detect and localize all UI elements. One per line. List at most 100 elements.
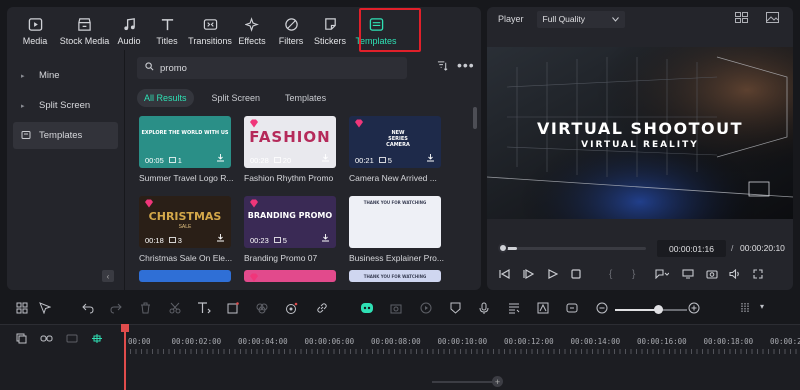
toolbar-audio[interactable]: Audio <box>115 7 143 50</box>
toolbar-transitions[interactable]: Transitions <box>188 7 232 50</box>
template-thumbnail[interactable]: BRANDING PROMO 00:23 5 <box>244 196 336 248</box>
template-meta: 00:28 20 <box>250 156 291 165</box>
ruler-label: 00:00:12:00 <box>504 337 554 346</box>
render-preview-icon[interactable] <box>655 269 670 282</box>
sidebar-item-templates[interactable]: Templates <box>13 122 118 149</box>
toolbar-titles[interactable]: Titles <box>154 7 180 50</box>
sidebar-item-label: Templates <box>39 130 83 141</box>
search-bar[interactable] <box>137 57 407 79</box>
search-input[interactable] <box>160 62 360 74</box>
current-time-display[interactable]: 00:00:01:16 <box>657 240 726 257</box>
timeline-zoom-slider[interactable] <box>615 309 687 311</box>
toolbar-media-label: Media <box>22 36 48 46</box>
camera-snapshot-icon[interactable] <box>706 269 718 282</box>
mark-out-icon[interactable]: } <box>632 269 635 280</box>
template-thumbnail[interactable]: NEW SERIES CAMERA 00:21 5 <box>349 116 441 168</box>
template-thumbnail[interactable]: EXPLORE THE WORLD WITH US 00:05 1 <box>139 116 231 168</box>
download-icon[interactable] <box>321 233 330 244</box>
template-thumbnail[interactable]: THANK YOU FOR WATCHING <box>349 196 441 248</box>
track-height-icon[interactable] <box>740 302 750 317</box>
template-card[interactable]: THANK YOU FOR WATCHING <box>349 270 441 282</box>
template-card[interactable]: NEW SERIES CAMERA 00:21 5 Camera New Arrive… <box>349 116 441 183</box>
redo-icon[interactable] <box>110 302 122 317</box>
snapshot-image-icon[interactable] <box>766 12 779 26</box>
list-edit-icon[interactable] <box>508 302 520 317</box>
microphone-icon[interactable] <box>479 302 489 317</box>
download-icon[interactable] <box>321 153 330 164</box>
more-options-icon[interactable]: ••• <box>457 57 475 73</box>
toolbar-filters[interactable]: Filters <box>278 7 304 50</box>
previous-frame-icon[interactable] <box>499 268 510 282</box>
undo-icon[interactable] <box>82 302 94 317</box>
add-track-plus-icon[interactable]: + <box>492 376 503 387</box>
download-icon[interactable] <box>426 153 435 164</box>
sidebar-item-mine[interactable]: ▸ Mine <box>13 62 118 89</box>
ai-tool-icon[interactable] <box>285 302 298 318</box>
color-icon[interactable] <box>256 302 268 317</box>
layout-grid-icon[interactable] <box>16 302 28 317</box>
crop-icon[interactable] <box>227 302 239 317</box>
seek-handle[interactable] <box>498 243 508 253</box>
tab-all-results[interactable]: All Results <box>137 89 194 107</box>
link-tracks-icon[interactable] <box>40 333 53 347</box>
tab-split-screen[interactable]: Split Screen <box>205 89 268 107</box>
volume-icon[interactable] <box>729 268 741 282</box>
replace-icon[interactable] <box>390 302 402 317</box>
track-options-chevron-icon[interactable]: ▾ <box>760 302 764 311</box>
template-card[interactable]: FASHION 00:28 20 Fashion Rhythm Promo <box>244 116 336 183</box>
collapse-sidebar-button[interactable]: ‹ <box>102 270 114 282</box>
select-tool-icon[interactable] <box>39 302 52 317</box>
download-icon[interactable] <box>216 233 225 244</box>
template-card[interactable] <box>139 270 231 282</box>
toolbar-effects[interactable]: Effects <box>237 7 267 50</box>
play-icon[interactable] <box>547 269 559 282</box>
seek-bar[interactable] <box>501 247 646 250</box>
template-card[interactable]: EXPLORE THE WORLD WITH US 00:05 1 Summer Tr… <box>139 116 233 183</box>
filter-sort-icon[interactable] <box>437 60 448 74</box>
play-reverse-icon[interactable] <box>523 268 535 282</box>
zoom-slider-handle[interactable] <box>654 305 663 314</box>
template-card[interactable] <box>244 270 336 282</box>
stop-icon[interactable] <box>571 269 581 282</box>
keyframe-icon[interactable] <box>537 302 549 317</box>
fullscreen-icon[interactable] <box>753 269 763 282</box>
text-tool-icon[interactable] <box>197 302 211 317</box>
zoom-in-icon[interactable] <box>688 302 700 317</box>
snap-icon[interactable] <box>66 333 78 347</box>
magnet-icon[interactable] <box>91 333 103 347</box>
template-thumbnail[interactable] <box>244 270 336 282</box>
playhead[interactable] <box>124 324 126 390</box>
download-icon[interactable] <box>216 153 225 164</box>
expand-arrow-icon: ▸ <box>21 102 25 110</box>
template-thumbnail[interactable]: CHRISTMAS SALE 00:18 3 <box>139 196 231 248</box>
template-thumbnail[interactable] <box>139 270 231 282</box>
timeline-ruler[interactable]: 00:00 00:00:02:00 00:00:04:00 00:00:06:00 00… <box>125 324 800 354</box>
toolbar-stickers-label: Stickers <box>314 36 347 46</box>
sidebar-item-split-screen[interactable]: ▸ Split Screen <box>13 92 118 119</box>
template-card[interactable]: THANK YOU FOR WATCHING Business Explainer… <box>349 196 444 263</box>
quality-dropdown[interactable]: Full Quality <box>536 10 625 28</box>
display-settings-icon[interactable] <box>682 269 694 282</box>
template-card[interactable]: CHRISTMAS SALE 00:18 3 Christmas Sale On Ele… <box>139 196 232 263</box>
toolbar-stickers[interactable]: Stickers <box>314 7 346 50</box>
shield-marker-icon[interactable] <box>450 302 461 317</box>
video-preview[interactable]: VIRTUAL SHOOTOUT VIRTUAL REALITY <box>487 47 793 219</box>
zoom-out-icon[interactable] <box>596 302 608 317</box>
play-circle-icon[interactable] <box>420 302 432 317</box>
template-clip-count: 5 <box>282 236 287 245</box>
tab-templates[interactable]: Templates <box>278 89 333 107</box>
toolbar-media[interactable]: Media <box>21 7 49 50</box>
toolbar-stock-media[interactable]: Stock Media <box>57 7 112 50</box>
link-icon[interactable] <box>316 302 328 317</box>
template-thumbnail[interactable]: THANK YOU FOR WATCHING <box>349 270 441 282</box>
add-track-icon[interactable] <box>16 333 27 347</box>
template-thumbnail[interactable]: FASHION 00:28 20 <box>244 116 336 168</box>
library-scrollbar[interactable] <box>473 107 477 129</box>
split-scissors-icon[interactable] <box>169 302 181 317</box>
template-card[interactable]: BRANDING PROMO 00:23 5 Branding Promo 07 <box>244 196 336 263</box>
mark-in-icon[interactable]: { <box>609 269 612 280</box>
fit-frame-icon[interactable] <box>566 302 578 317</box>
grid-view-icon[interactable] <box>735 12 748 26</box>
ai-copilot-icon[interactable] <box>360 302 374 317</box>
delete-icon[interactable] <box>140 302 151 317</box>
